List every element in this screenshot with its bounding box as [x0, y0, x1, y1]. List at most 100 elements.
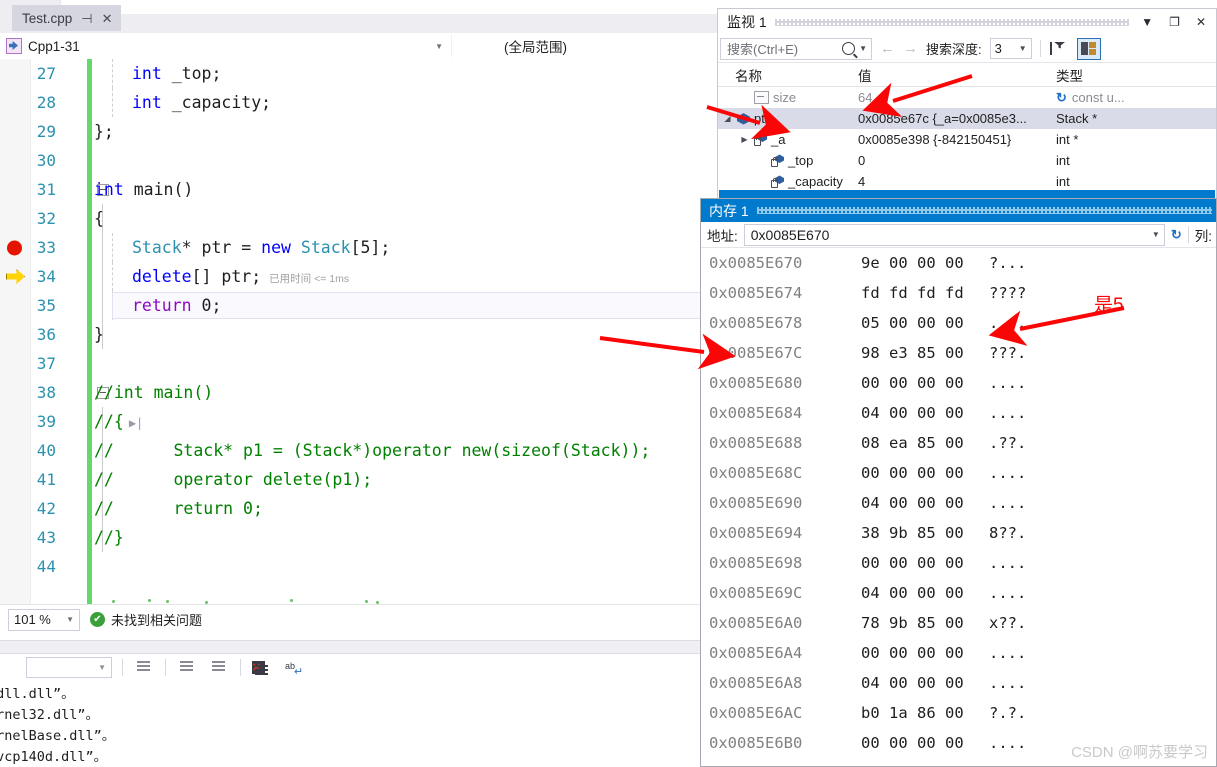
zoom-level-combo[interactable]: 101 % ▼: [8, 608, 80, 631]
chevron-down-icon[interactable]: ▼: [1152, 230, 1160, 239]
watch-row[interactable]: size 64 ↻ const u...: [718, 87, 1216, 108]
code-line[interactable]: 33 Stack* ptr = new Stack[5];: [0, 233, 720, 262]
memory-hex-bytes[interactable]: 08 ea 85 00: [861, 434, 989, 452]
memory-row[interactable]: 0x0085E694 38 9b 85 00 8??.: [701, 518, 1216, 548]
memory-hex-bytes[interactable]: 04 00 00 00: [861, 584, 989, 602]
chevron-down-icon[interactable]: ▼: [66, 615, 74, 624]
memory-hex-bytes[interactable]: fd fd fd fd: [861, 284, 989, 302]
memory-hex-bytes[interactable]: 00 00 00 00: [861, 554, 989, 572]
memory-hex-bytes[interactable]: 38 9b 85 00: [861, 524, 989, 542]
memory-row[interactable]: 0x0085E680 00 00 00 00....: [701, 368, 1216, 398]
window-drag-grip[interactable]: [774, 18, 1130, 26]
memory-row[interactable]: 0x0085E6A0 78 9b 85 00 x??.: [701, 608, 1216, 638]
refresh-icon[interactable]: ↻: [1171, 227, 1182, 243]
arrow-left-icon[interactable]: ←: [880, 40, 895, 57]
watch-search-input[interactable]: 搜索(Ctrl+E) ▼: [720, 37, 872, 60]
memory-dump-rows[interactable]: 0x0085E670 9e 00 00 00?... 0x0085E674 fd fd…: [701, 248, 1216, 766]
run-to-here-icon[interactable]: ▶|: [129, 416, 143, 430]
watch-row-value-cell[interactable]: 0x0085e398 {-842150451}: [858, 132, 1056, 147]
watch-row[interactable]: ◢ ptr 0x0085e67c {_a=0x0085e3... Stack *: [718, 108, 1216, 129]
word-wrap-icon[interactable]: ab ↵: [283, 657, 305, 678]
watch-row[interactable]: ▶ _a 0x0085e398 {-842150451} int *: [718, 129, 1216, 150]
code-line[interactable]: 34 delete[] ptr; 已用时间 <= 1ms: [0, 262, 720, 291]
search-icon[interactable]: [842, 42, 856, 55]
memory-row[interactable]: 0x0085E674 fd fd fd fd????: [701, 278, 1216, 308]
memory-hex-bytes[interactable]: 04 00 00 00: [861, 674, 989, 692]
memory-row[interactable]: 0x0085E6A4 00 00 00 00....: [701, 638, 1216, 668]
memory-window-titlebar[interactable]: 内存 1: [701, 199, 1216, 222]
pin-icon[interactable]: ⊣: [81, 12, 92, 25]
memory-hex-bytes[interactable]: 98 e3 85 00: [861, 344, 989, 362]
output-source-combo[interactable]: ▼: [26, 656, 112, 678]
memory-row[interactable]: 0x0085E6AC b0 1a 86 00?.?.: [701, 698, 1216, 728]
search-depth-combo[interactable]: 3 ▼: [989, 38, 1032, 59]
chevron-down-icon[interactable]: ▼: [859, 44, 867, 53]
window-drag-grip[interactable]: [756, 207, 1212, 214]
chevron-down-icon[interactable]: ▼: [1019, 44, 1027, 53]
watch-window-tabstrip[interactable]: [719, 190, 1215, 198]
code-line[interactable]: 39 //{▶|: [0, 407, 720, 436]
code-line[interactable]: 35 return 0;: [0, 291, 720, 320]
code-line[interactable]: 32 {: [0, 204, 720, 233]
memory-hex-bytes[interactable]: b0 1a 86 00: [861, 704, 989, 722]
code-line[interactable]: 43 //}: [0, 523, 720, 552]
memory-hex-bytes[interactable]: 05 00 00 00: [861, 314, 989, 332]
code-line[interactable]: 31 int main(): [0, 175, 720, 204]
chevron-down-icon[interactable]: ▼: [1137, 16, 1157, 28]
breakpoint-icon[interactable]: [7, 240, 22, 255]
memory-row[interactable]: 0x0085E684 04 00 00 00....: [701, 398, 1216, 428]
memory-hex-bytes[interactable]: 00 00 00 00: [861, 374, 989, 392]
expander-icon[interactable]: ▶: [739, 135, 750, 144]
code-line[interactable]: 40 // Stack* p1 = (Stack*)operator new(si…: [0, 436, 720, 465]
memory-row[interactable]: 0x0085E678 05 00 00 00....: [701, 308, 1216, 338]
address-input[interactable]: 0x0085E670 ▼: [743, 223, 1165, 246]
watch-row-value-cell[interactable]: 0: [858, 153, 1056, 168]
arrow-right-icon[interactable]: →: [903, 40, 918, 57]
watch-row-value-cell[interactable]: 64: [858, 90, 1056, 105]
code-line[interactable]: 28 int _capacity;: [0, 88, 720, 117]
expander-icon[interactable]: ◢: [722, 114, 733, 123]
code-line[interactable]: 29};: [0, 117, 720, 146]
close-icon[interactable]: ✕: [102, 12, 113, 25]
code-line[interactable]: 27 int _top;: [0, 59, 720, 88]
previous-message-icon[interactable]: [176, 657, 198, 677]
memory-hex-bytes[interactable]: 00 00 00 00: [861, 644, 989, 662]
clear-all-icon[interactable]: ✕: [251, 657, 273, 677]
code-line[interactable]: 44: [0, 552, 720, 581]
memory-row[interactable]: 0x0085E69C 04 00 00 00....: [701, 578, 1216, 608]
go-to-message-icon[interactable]: [133, 657, 155, 677]
watch-row[interactable]: _top 0 int: [718, 150, 1216, 171]
code-line[interactable]: 41 // operator delete(p1);: [0, 465, 720, 494]
memory-row[interactable]: 0x0085E670 9e 00 00 00?...: [701, 248, 1216, 278]
next-message-icon[interactable]: [208, 657, 230, 677]
code-line[interactable]: 30: [0, 146, 720, 175]
code-line[interactable]: 38 //int main(): [0, 378, 720, 407]
watch-row[interactable]: _capacity 4 int: [718, 171, 1216, 192]
memory-row[interactable]: 0x0085E67C 98 e3 85 00???.: [701, 338, 1216, 368]
memory-row[interactable]: 0x0085E6A8 04 00 00 00....: [701, 668, 1216, 698]
memory-hex-bytes[interactable]: 78 9b 85 00: [861, 614, 989, 632]
memory-hex-bytes[interactable]: 04 00 00 00: [861, 494, 989, 512]
refresh-icon[interactable]: ↻: [1056, 90, 1067, 105]
chevron-down-icon[interactable]: ▼: [435, 42, 443, 51]
pin-filter-icon[interactable]: [1049, 40, 1069, 58]
hex-display-icon[interactable]: [1076, 37, 1101, 60]
memory-hex-bytes[interactable]: 00 00 00 00: [861, 464, 989, 482]
scope-selector-combo[interactable]: (全局范围): [452, 35, 720, 57]
memory-hex-bytes[interactable]: 9e 00 00 00: [861, 254, 989, 272]
code-line[interactable]: 36}: [0, 320, 720, 349]
memory-hex-bytes[interactable]: 00 00 00 00: [861, 734, 989, 752]
code-surface[interactable]: 27 int _top; 28 int _capacity; 29}; 30 31 int m…: [0, 59, 720, 604]
code-line[interactable]: 42 // return 0;: [0, 494, 720, 523]
document-tab-test-cpp[interactable]: Test.cpp ⊣ ✕: [12, 5, 121, 31]
close-icon[interactable]: ✕: [1192, 16, 1210, 28]
memory-row[interactable]: 0x0085E68C 00 00 00 00....: [701, 458, 1216, 488]
chevron-down-icon[interactable]: ▼: [98, 663, 106, 672]
code-line[interactable]: 37: [0, 349, 720, 378]
memory-row[interactable]: 0x0085E688 08 ea 85 00.??.: [701, 428, 1216, 458]
watch-row-value-cell[interactable]: 0x0085e67c {_a=0x0085e3...: [858, 111, 1056, 126]
watch-row-value-cell[interactable]: 4: [858, 174, 1056, 189]
memory-hex-bytes[interactable]: 04 00 00 00: [861, 764, 989, 766]
memory-hex-bytes[interactable]: 04 00 00 00: [861, 404, 989, 422]
watch-window-titlebar[interactable]: 监视 1 ▼ ❐ ✕: [718, 9, 1216, 35]
